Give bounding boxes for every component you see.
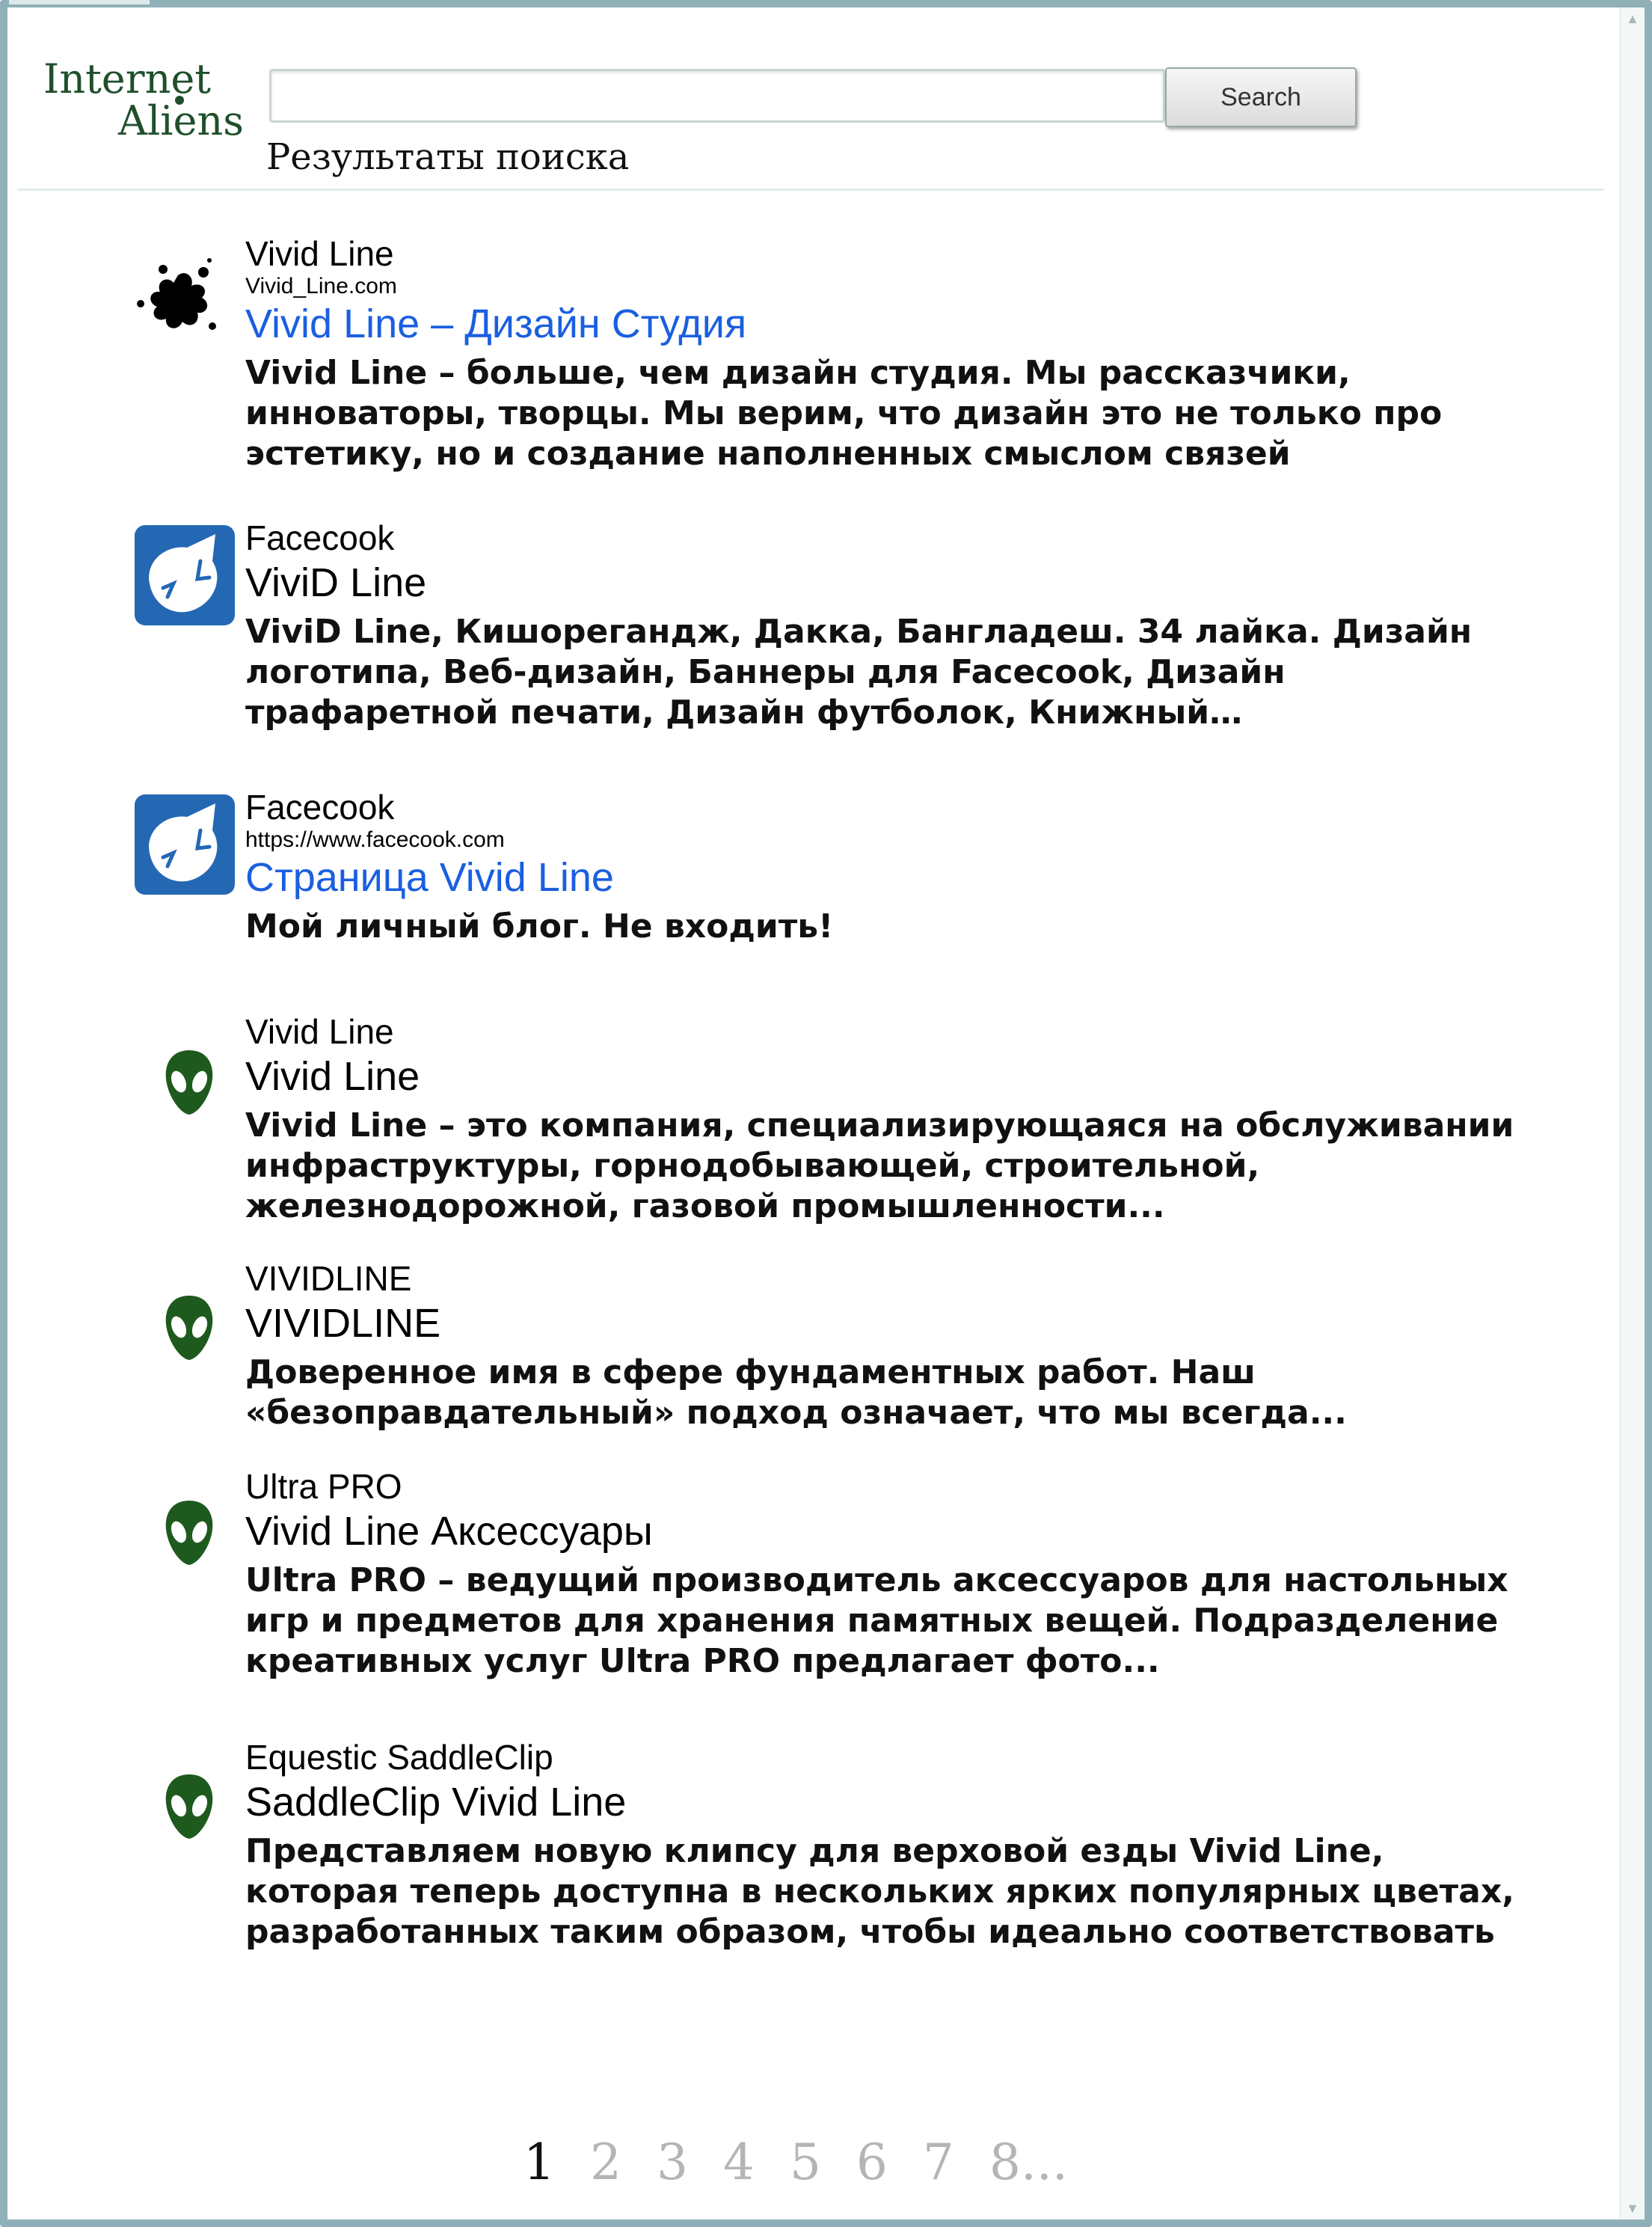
result-source: Facecook [245,518,395,557]
alien-icon [165,1049,214,1120]
window-tab [9,0,150,4]
search-button[interactable]: Search [1165,67,1357,127]
result-snippet: Доверенное имя в сфере фундаментных рабо… [245,1353,1347,1432]
result-title[interactable]: SaddleClip Vivid Line [245,1777,1541,1827]
result-snippet: Мой личный блог. Не входить! [245,907,834,946]
result-title[interactable]: ViviD Line [245,558,1541,607]
facecook-icon [135,525,235,629]
logo-dot [175,96,184,105]
page-link-4[interactable]: 4 [723,2133,755,2191]
result-source: Vivid Line [245,1012,394,1051]
splat-icon [135,254,224,348]
result-title[interactable]: Vivid Line Аксессуары [245,1507,1541,1556]
result-title-link[interactable]: Vivid Line – Дизайн Студия [245,299,1541,349]
vertical-scrollbar[interactable]: ▲ ▼ [1620,7,1645,2220]
result-title-link[interactable]: Страница Vivid Line [245,853,1541,902]
result-url[interactable]: Vivid_Line.com [245,274,1541,299]
search-input[interactable] [269,69,1165,123]
results-heading: Результаты поиска [266,136,630,178]
result-source: VIVIDLINE [245,1259,412,1298]
page-link-5[interactable]: 5 [790,2133,821,2191]
facecook-icon [135,794,235,898]
result-source: Equestic SaddleClip [245,1738,553,1777]
scroll-up-arrow-icon[interactable]: ▲ [1621,7,1645,30]
internet-aliens-logo[interactable]: Internet Aliens [43,58,268,171]
result-source: Ultra PRO [245,1467,402,1506]
result-snippet: Vivid Line – больше, чем дизайн студия. … [245,354,1443,473]
result-source: Vivid Line [245,234,394,273]
result-url[interactable]: https://www.facecook.com [245,827,1541,853]
scroll-down-arrow-icon[interactable]: ▼ [1621,2197,1645,2220]
result-snippet: Ultra PRO – ведущий производитель аксесс… [245,1561,1508,1680]
page-link-3[interactable]: 3 [657,2133,688,2191]
page-link-8-more[interactable]: 8... [989,2133,1068,2191]
alien-icon [165,1499,214,1570]
alien-icon [165,1773,214,1844]
result-snippet: Представляем новую клипсу для верховой е… [245,1832,1514,1951]
logo-text-line2: Aliens [118,97,244,144]
page-link-6[interactable]: 6 [856,2133,888,2191]
pagination: 1 2 3 4 5 6 7 8... [523,2133,1087,2193]
search-header: Internet Aliens Search Результаты поиска [18,22,1603,191]
page-link-1[interactable]: 1 [523,2133,555,2191]
result-source: Facecook [245,788,395,827]
result-snippet: Vivid Line – это компания, специализирую… [245,1106,1514,1225]
alien-icon [165,1294,214,1365]
result-snippet: ViviD Line, Кишорегандж, Дакка, Бангладе… [245,613,1473,732]
result-title[interactable]: Vivid Line [245,1052,1541,1101]
result-title[interactable]: VIVIDLINE [245,1299,1541,1348]
page-link-2[interactable]: 2 [590,2133,621,2191]
page-link-7[interactable]: 7 [923,2133,954,2191]
logo-text-line1: Internet [43,55,212,102]
